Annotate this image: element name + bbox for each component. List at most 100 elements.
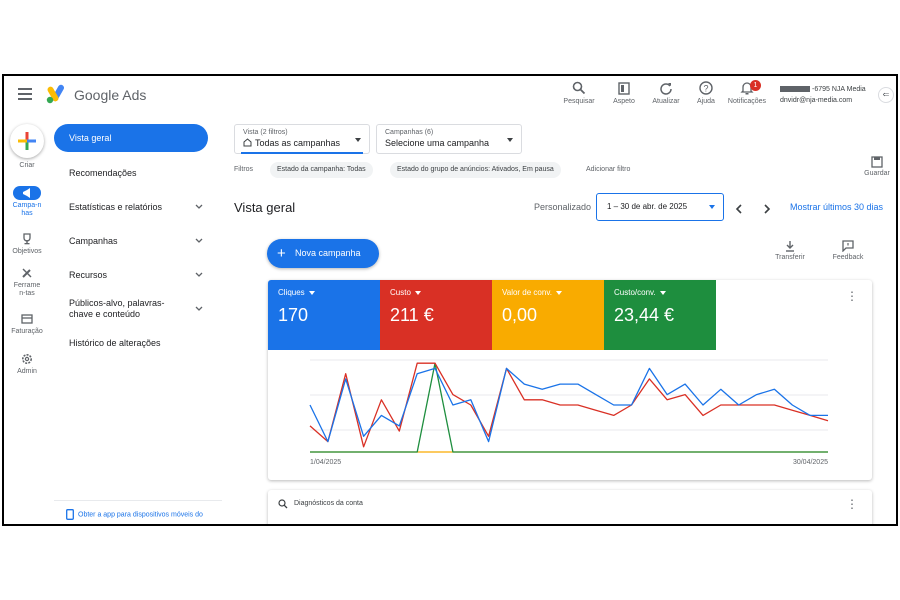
nav-item-label: Recursos [69,270,108,280]
account-id: -6795 NJA Media [812,86,866,93]
dropdown-caret-icon [709,205,715,209]
chevron-down-icon [195,306,203,311]
metric-value: 23,44 € [614,305,675,325]
chevron-left-icon[interactable] [734,203,744,215]
metric-value: 0,00 [502,305,538,325]
side-nav: Vista geral Recomendações Estatísticas e… [54,116,226,524]
refresh-icon [660,83,672,95]
add-filter-button[interactable]: Adicionar filtro [586,166,630,173]
save-button[interactable]: Guardar [862,156,892,177]
filter-chip[interactable]: Estado da campanha: Todas [270,162,373,178]
dropdown-caret-icon [659,290,666,295]
rail-item-campaigns[interactable]: Campa-nhas [4,186,50,218]
appearance-button[interactable]: Aspeto [601,80,647,105]
filter-chip[interactable]: Estado do grupo de anúncios: Ativados, E… [390,162,561,178]
performance-chart: 1/04/2025 30/04/2025 [309,359,829,466]
save-icon [871,156,883,168]
account-diagnostics-card[interactable]: Diagnósticos da conta ⋮ [268,490,872,524]
trophy-icon [23,233,31,245]
metric-tile-cost[interactable]: Custo 211 € [380,280,492,350]
nav-item-label: Vista geral [69,133,112,143]
svg-text:?: ? [703,84,708,94]
metric-tile-conv-value[interactable]: Valor de conv. 0,00 [492,280,604,350]
selected-underline [241,152,363,154]
dropdown-caret-icon [308,290,315,295]
dropdown-caret-icon [507,138,513,142]
series-line-custo-conv [310,362,828,453]
metric-label: Cliques [278,288,305,297]
search-button[interactable]: Pesquisar [556,80,602,105]
rail-item-tools[interactable]: Ferramen-tas [4,266,50,298]
chevron-down-icon [195,238,203,243]
megaphone-icon [23,188,30,198]
date-range-value: 1 – 30 de abr. de 2025 [607,202,688,211]
show-last-30-days-link[interactable]: Mostrar últimos 30 dias [790,202,883,212]
metric-value: 211 € [390,305,434,325]
create-button[interactable] [10,124,44,158]
feedback-label: Feedback [832,254,864,261]
tools-icon [22,268,32,278]
rail-item-label: Ferramen-tas [13,282,41,297]
nav-item-overview[interactable]: Vista geral [54,124,208,152]
more-options-icon[interactable]: ⋮ [846,290,858,302]
app-window: Google Ads Pesquisar Aspeto Atualizar ? … [2,74,898,526]
performance-card: Cliques 170 Custo 211 € Valor de conv. 0… [268,280,872,480]
nav-item-audiences[interactable]: Públicos-alvo, palavras-chave e conteúdo [54,298,222,320]
chevron-down-icon [195,272,203,277]
avatar[interactable]: ⇐ [878,87,894,103]
view-selector[interactable]: Vista (2 filtros) Todas as campanhas [234,124,370,154]
page-title: Vista geral [234,200,296,215]
mobile-app-link[interactable]: Obter a app para dispositivos móveis do [54,500,222,520]
more-options-icon[interactable]: ⋮ [846,498,858,510]
appearance-icon [618,82,630,95]
view-selector-caption: Vista (2 filtros) [243,129,288,136]
rail-item-goals[interactable]: Objetivos [4,232,50,256]
dropdown-caret-icon [414,290,421,295]
nav-item-label: Campanhas [69,236,118,246]
notifications-button[interactable]: 1 Notificações [724,80,770,105]
new-campaign-button[interactable]: + Nova campanha [267,239,379,268]
account-email: dnvidr@nja-media.com [780,97,853,104]
brand-name: Google Ads [74,87,147,103]
top-bar: Google Ads Pesquisar Aspeto Atualizar ? … [4,76,896,116]
help-button[interactable]: ? Ajuda [683,80,729,105]
download-button[interactable]: Transferir [770,240,810,261]
diagnostics-title: Diagnósticos da conta [294,500,363,507]
rail-item-label: Campa-nhas [12,202,42,217]
campaign-selector-value: Selecione uma campanha [385,138,490,148]
nav-item-assets[interactable]: Recursos [54,270,222,281]
series-line-custo [309,362,829,448]
download-label: Transferir [775,254,805,261]
account-info[interactable]: -6795 NJA Media dnvidr@nja-media.com [780,84,866,106]
rail-item-admin[interactable]: Admin [4,352,50,376]
date-range-picker[interactable]: 1 – 30 de abr. de 2025 [596,193,724,221]
search-icon [572,81,586,95]
rail-item-billing[interactable]: Faturação [4,312,50,336]
x-axis-start-label: 1/04/2025 [310,459,341,466]
chevron-down-icon [195,204,203,209]
metric-tile-cost-per-conv[interactable]: Custo/conv. 23,44 € [604,280,716,350]
plus-icon: + [277,245,286,262]
campaign-selector[interactable]: Campanhas (6) Selecione uma campanha [376,124,522,154]
dropdown-caret-icon [355,138,361,142]
create-label: Criar [19,162,35,169]
metric-tile-clicks[interactable]: Cliques 170 [268,280,380,350]
chevron-right-icon[interactable] [762,203,772,215]
feedback-button[interactable]: Feedback [828,240,868,261]
dropdown-caret-icon [555,290,562,295]
home-icon [243,138,252,147]
billing-icon [21,314,33,324]
appearance-label: Aspeto [613,98,635,105]
nav-item-label: Histórico de alterações [69,338,161,348]
filters-label: Filtros [234,166,254,173]
nav-item-change-history[interactable]: Histórico de alterações [54,338,222,349]
save-label: Guardar [864,170,890,177]
google-ads-logo [46,84,64,104]
mobile-app-label: Obter a app para dispositivos móveis do [78,511,203,519]
date-preset-label: Personalizado [534,202,592,212]
nav-item-reports[interactable]: Estatísticas e relatórios [54,202,222,213]
notifications-label: Notificações [727,98,767,105]
nav-item-recommendations[interactable]: Recomendações [54,168,222,179]
hamburger-menu-icon[interactable] [18,88,32,100]
nav-item-campaigns[interactable]: Campanhas [54,236,222,247]
